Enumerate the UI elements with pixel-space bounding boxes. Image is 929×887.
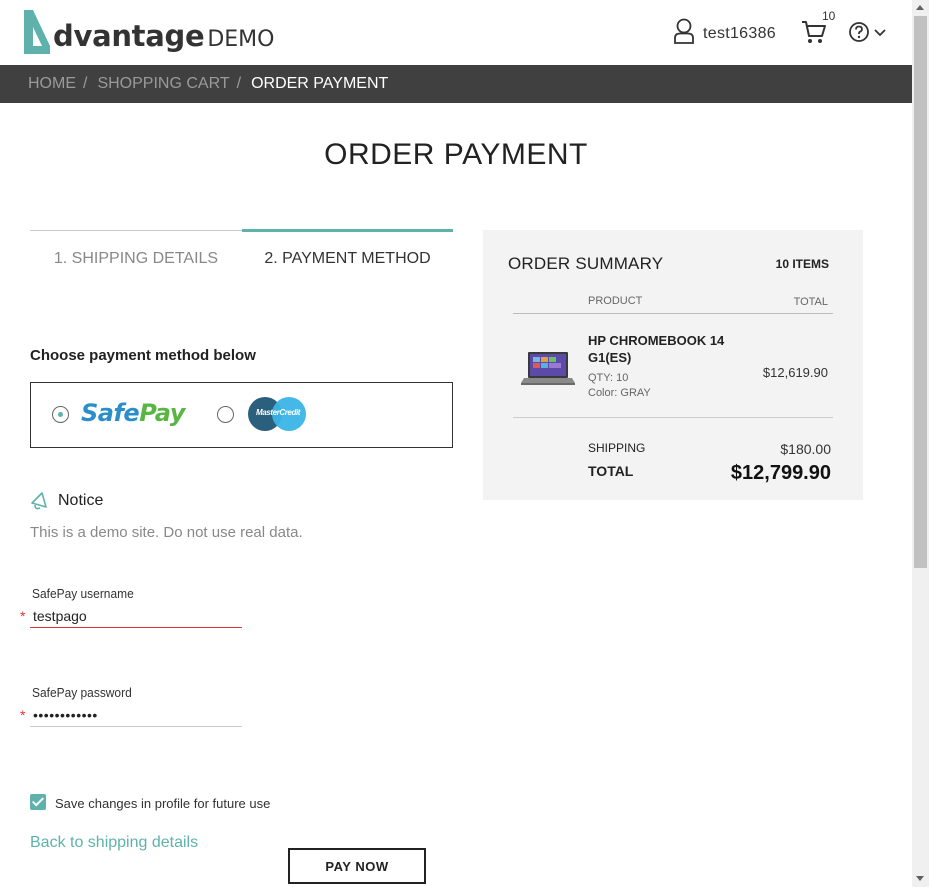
shipping-value: $180.00 [780, 441, 831, 457]
breadcrumb-current: ORDER PAYMENT [251, 75, 389, 92]
total-value: $12,799.90 [730, 462, 831, 484]
advantage-logo[interactable]: dvantage DEMO [22, 10, 274, 54]
page-title: ORDER PAYMENT [324, 138, 588, 171]
logo-word: dvantage [53, 19, 205, 53]
logo-demo: DEMO [207, 27, 275, 52]
notice-text: This is a demo site. Do not use real dat… [30, 524, 303, 541]
required-mark: * [20, 707, 26, 723]
tab-shipping-details[interactable]: 1. SHIPPING DETAILS [30, 250, 242, 268]
items-count: 10 ITEMS [775, 257, 829, 271]
user-menu[interactable]: test16386 [673, 18, 776, 49]
order-summary-title: ORDER SUMMARY [508, 254, 664, 273]
cart-count-badge: 10 [822, 9, 836, 23]
save-changes-checkbox[interactable] [30, 794, 46, 810]
help-menu[interactable] [848, 21, 887, 43]
required-mark: * [20, 608, 26, 624]
breadcrumb-home[interactable]: HOME [28, 75, 76, 93]
product-color: Color: GRAY [588, 387, 651, 399]
username: test16386 [703, 24, 776, 42]
scroll-down-arrow-icon[interactable] [916, 876, 924, 881]
safepay-password-input[interactable] [30, 703, 242, 727]
column-header-product: PRODUCT [588, 295, 643, 307]
help-icon [849, 22, 869, 42]
scroll-up-arrow-icon[interactable] [916, 5, 924, 10]
mastercredit-radio[interactable] [217, 406, 234, 423]
bell-icon [31, 492, 47, 510]
notice-header: Notice [30, 491, 103, 511]
order-summary: ORDER SUMMARY 10 ITEMS PRODUCT TOTAL HP … [483, 230, 863, 500]
payment-method-selector: SafePay MasterCredit [30, 382, 453, 448]
checkout-steps: 1. SHIPPING DETAILS 2. PAYMENT METHOD [30, 229, 453, 275]
user-icon [673, 18, 695, 49]
safepay-radio[interactable] [52, 406, 69, 423]
column-header-total: TOTAL [793, 296, 828, 308]
site-header: dvantage DEMO test16386 10 [0, 0, 912, 65]
product-total-price: $12,619.90 [762, 365, 828, 380]
back-to-shipping-link[interactable]: Back to shipping details [30, 834, 198, 852]
shipping-label: SHIPPING [588, 441, 646, 455]
choose-payment-label: Choose payment method below [30, 347, 256, 364]
active-step-indicator [242, 229, 453, 232]
product-image[interactable] [520, 348, 576, 390]
pay-now-button[interactable]: PAY NOW [288, 848, 426, 884]
breadcrumb-separator: / [83, 75, 88, 92]
total-label: TOTAL [588, 463, 634, 479]
mastercredit-text: MasterCredit [255, 408, 301, 417]
safepay-logo-pay: Pay [139, 399, 185, 427]
breadcrumb-separator: / [236, 75, 242, 92]
divider [513, 313, 833, 314]
safepay-username-label: SafePay username [32, 586, 134, 601]
safepay-logo-safe: Safe [81, 399, 140, 427]
breadcrumb-shopping-cart[interactable]: SHOPPING CART [97, 75, 229, 93]
product-qty: QTY: 10 [588, 372, 629, 384]
divider [513, 417, 833, 418]
safepay-username-input[interactable] [30, 604, 242, 628]
vertical-scrollbar[interactable] [912, 0, 929, 887]
scroll-thumb[interactable] [914, 16, 927, 568]
breadcrumb: HOME / SHOPPING CART / ORDER PAYMENT [0, 65, 912, 103]
safepay-logo[interactable]: SafePay [81, 399, 185, 427]
tab-payment-method[interactable]: 2. PAYMENT METHOD [242, 250, 453, 268]
product-name[interactable]: HP CHROMEBOOK 14 G1(ES) [588, 332, 728, 366]
notice-title: Notice [58, 492, 104, 509]
logo-a-icon [22, 10, 52, 54]
save-changes-label: Save changes in profile for future use [55, 796, 271, 811]
mastercredit-logo[interactable]: MasterCredit [248, 397, 308, 433]
safepay-password-label: SafePay password [32, 685, 132, 700]
chevron-down-icon [874, 29, 886, 37]
